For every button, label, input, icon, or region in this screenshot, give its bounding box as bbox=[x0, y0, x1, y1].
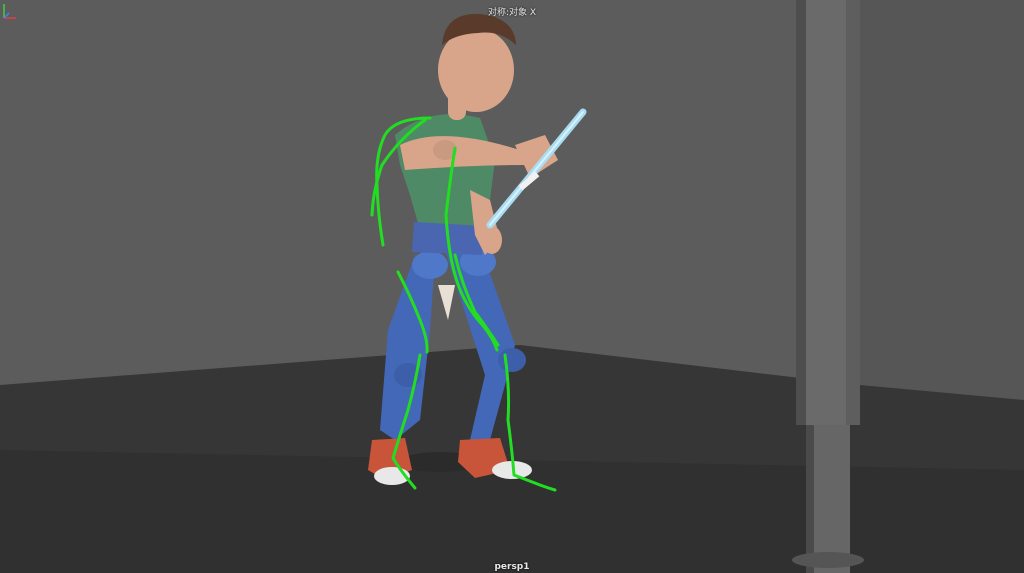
head bbox=[438, 13, 516, 112]
camera-name-label: persp1 bbox=[494, 562, 530, 572]
right-wall bbox=[860, 0, 1024, 400]
symmetry-label: 对称:对象 X bbox=[487, 8, 537, 18]
viewport-3d[interactable]: 对称:对象 X persp1 bbox=[0, 0, 1024, 573]
xyz-axis-icon bbox=[3, 4, 16, 19]
scene-render[interactable] bbox=[0, 0, 1024, 573]
